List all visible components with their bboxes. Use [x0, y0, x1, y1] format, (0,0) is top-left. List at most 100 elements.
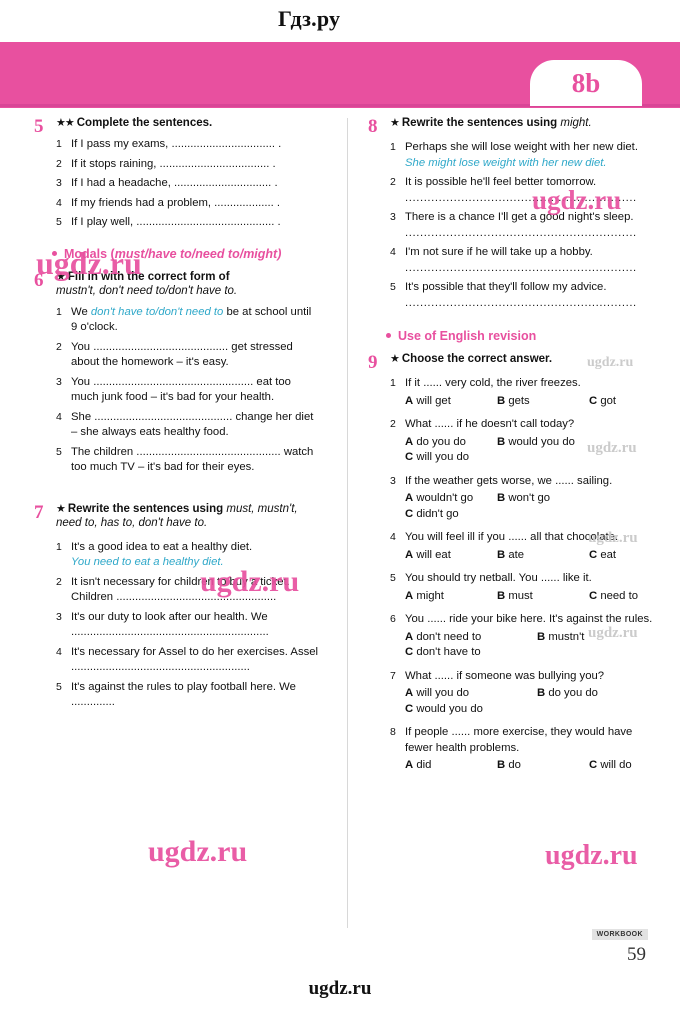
unit-badge: 8b: [530, 60, 642, 106]
mc-option[interactable]: C will you do: [405, 450, 469, 466]
exercise-9-title: Choose the correct answer.: [401, 353, 553, 365]
mc-option[interactable]: B would you do: [497, 435, 575, 451]
mc-option[interactable]: A do you do: [405, 435, 497, 451]
list-item: 3 There is a chance I'll get a good night…: [390, 210, 653, 241]
item-number: 4: [390, 531, 396, 543]
mc-option[interactable]: A will eat: [405, 548, 497, 564]
item-number: 2: [390, 418, 396, 430]
item-number: 5: [56, 216, 62, 228]
list-item: 2 What ...... if he doesn't call today? …: [390, 417, 653, 466]
item-number: 2: [390, 176, 396, 188]
mc-option[interactable]: A wouldn't go: [405, 491, 497, 507]
mc-option[interactable]: A will get: [405, 394, 497, 410]
mc-options: A will get B gets C got: [405, 394, 653, 410]
item-text: We: [71, 305, 91, 318]
mc-option[interactable]: C didn't go: [405, 507, 459, 523]
item-text: It's necessary for Assel to do her exerc…: [71, 645, 319, 674]
mc-option[interactable]: B must: [497, 589, 589, 605]
mc-option[interactable]: B won't go: [497, 491, 550, 507]
mc-option[interactable]: A will you do: [405, 686, 537, 702]
mc-row: A wouldn't go B won't go: [405, 491, 653, 507]
mc-options: A don't need to B mustn't C don't have to: [405, 630, 653, 661]
mc-option[interactable]: A don't need to: [405, 630, 537, 646]
mc-option[interactable]: C don't have to: [405, 645, 481, 661]
exercise-8: 8 ★ Rewrite the sentences using might. 1P…: [368, 116, 653, 311]
item-text: If I had a headache, ...................…: [71, 177, 278, 189]
exercise-7-items: 1 It's a good idea to eat a healthy diet.…: [56, 540, 319, 711]
modals-heading-plain: Modals (: [64, 246, 115, 261]
exercise-8-title: Rewrite the sentences using: [401, 117, 558, 129]
exercise-6: 6 ★ Fill in with the correct form of must…: [34, 270, 319, 476]
item-number: 1: [56, 540, 62, 553]
list-item: 6 You ...... ride your bike here. It's a…: [390, 612, 653, 661]
mc-option[interactable]: B do: [497, 758, 589, 774]
list-item: 4 She ...................................…: [56, 410, 319, 441]
list-item: 1 It's a good idea to eat a healthy diet.…: [56, 540, 319, 571]
mc-row: A do you do B would you do: [405, 435, 653, 451]
mc-option[interactable]: C need to: [589, 589, 638, 605]
exercise-6-title: Fill in with the correct form of: [67, 270, 230, 283]
answer-line: ........................................…: [405, 296, 637, 309]
item-number: 7: [390, 669, 396, 682]
answer-line: ........................................…: [405, 226, 637, 239]
item-text: If I play well, ........................…: [71, 216, 281, 228]
right-column: 8 ★ Rewrite the sentences using might. 1P…: [368, 116, 653, 788]
item-number: 2: [56, 575, 62, 588]
question-text: What ...... if he doesn't call today?: [405, 418, 575, 430]
item-text: I'm not sure if he will take up a hobby.: [405, 246, 593, 258]
mc-row: A will you do B do you do: [405, 686, 653, 702]
list-item: 5 You should try netball. You ...... lik…: [390, 571, 653, 604]
exercise-6-subtitle: mustn't, don't need to/don't have to.: [56, 284, 238, 297]
exercise-8-number: 8: [368, 116, 378, 137]
mc-option[interactable]: B gets: [497, 394, 589, 410]
item-number: 8: [390, 726, 396, 738]
mc-option[interactable]: B ate: [497, 548, 589, 564]
list-item: 4 You will feel ill if you ...... all th…: [390, 530, 653, 563]
item-number: 1: [390, 377, 396, 389]
item-answer: don't have to/don't need to: [90, 305, 224, 318]
question-text: If people ...... more exercise, they wou…: [405, 726, 633, 754]
list-item: 5 If I play well, .......................…: [56, 215, 319, 231]
mc-option[interactable]: B do you do: [537, 686, 598, 702]
item-number: 4: [56, 196, 62, 209]
list-item: 2 You ...................................…: [56, 340, 319, 371]
item-number: 3: [390, 474, 396, 487]
mc-options: A will eat B ate C eat: [405, 548, 653, 564]
exercise-7-number: 7: [34, 501, 44, 523]
difficulty-stars: ★: [56, 270, 66, 283]
mc-option[interactable]: C eat: [589, 548, 616, 564]
item-answer: She might lose weight with her new diet.: [405, 156, 607, 169]
item-text: It is possible he'll feel better tomorro…: [405, 176, 597, 188]
mc-option[interactable]: C got: [589, 394, 616, 410]
list-item: 2 It is possible he'll feel better tomorr…: [390, 175, 653, 206]
exercise-5: 5 ★★ Complete the sentences. 1 If I pass m…: [34, 116, 319, 231]
mc-option[interactable]: A might: [405, 589, 497, 605]
exercise-7: 7 ★ Rewrite the sentences using must, mus…: [34, 502, 319, 711]
mc-options: A do you do B would you do C will you do: [405, 435, 653, 466]
mc-option[interactable]: C would you do: [405, 702, 483, 718]
bullet-dot-icon: [52, 250, 57, 256]
list-item: 1 If I pass my exams, ...................…: [56, 137, 319, 153]
difficulty-stars: ★: [390, 117, 400, 129]
list-item: 3 If I had a headache, ..................…: [56, 176, 319, 192]
exercise-8-items: 1 Perhaps she will lose weight with her n…: [390, 140, 653, 311]
item-text: The children ...........................…: [71, 445, 314, 474]
list-item: 3 It's our duty to look after our health.…: [56, 610, 319, 641]
mc-options: A might B must C need to: [405, 589, 653, 605]
exercise-7-heading: ★ Rewrite the sentences using must, mustn…: [56, 502, 319, 530]
exercise-6-heading: ★ Fill in with the correct form of mustn'…: [56, 270, 319, 298]
item-text: If my friends had a problem, ...........…: [71, 196, 281, 209]
list-item: 1 Perhaps she will lose weight with her n…: [390, 140, 653, 171]
exercise-9-heading: ★ Choose the correct answer.: [390, 352, 653, 366]
item-text: If I pass my exams, ....................…: [71, 138, 282, 150]
bullet-dot-icon: [386, 333, 391, 338]
exercise-9-number: 9: [368, 352, 378, 373]
unit-badge-label: 8b: [571, 67, 601, 98]
list-item: 2 If it stops raining, ..................…: [56, 157, 319, 173]
exercise-5-number: 5: [34, 116, 44, 137]
mc-option[interactable]: B mustn't: [537, 630, 584, 646]
mc-option[interactable]: A did: [405, 758, 497, 774]
footer-logo: ugdz.ru: [308, 978, 372, 999]
item-text: It's our duty to look after our health. …: [71, 610, 269, 639]
mc-option[interactable]: C will do: [589, 758, 632, 774]
